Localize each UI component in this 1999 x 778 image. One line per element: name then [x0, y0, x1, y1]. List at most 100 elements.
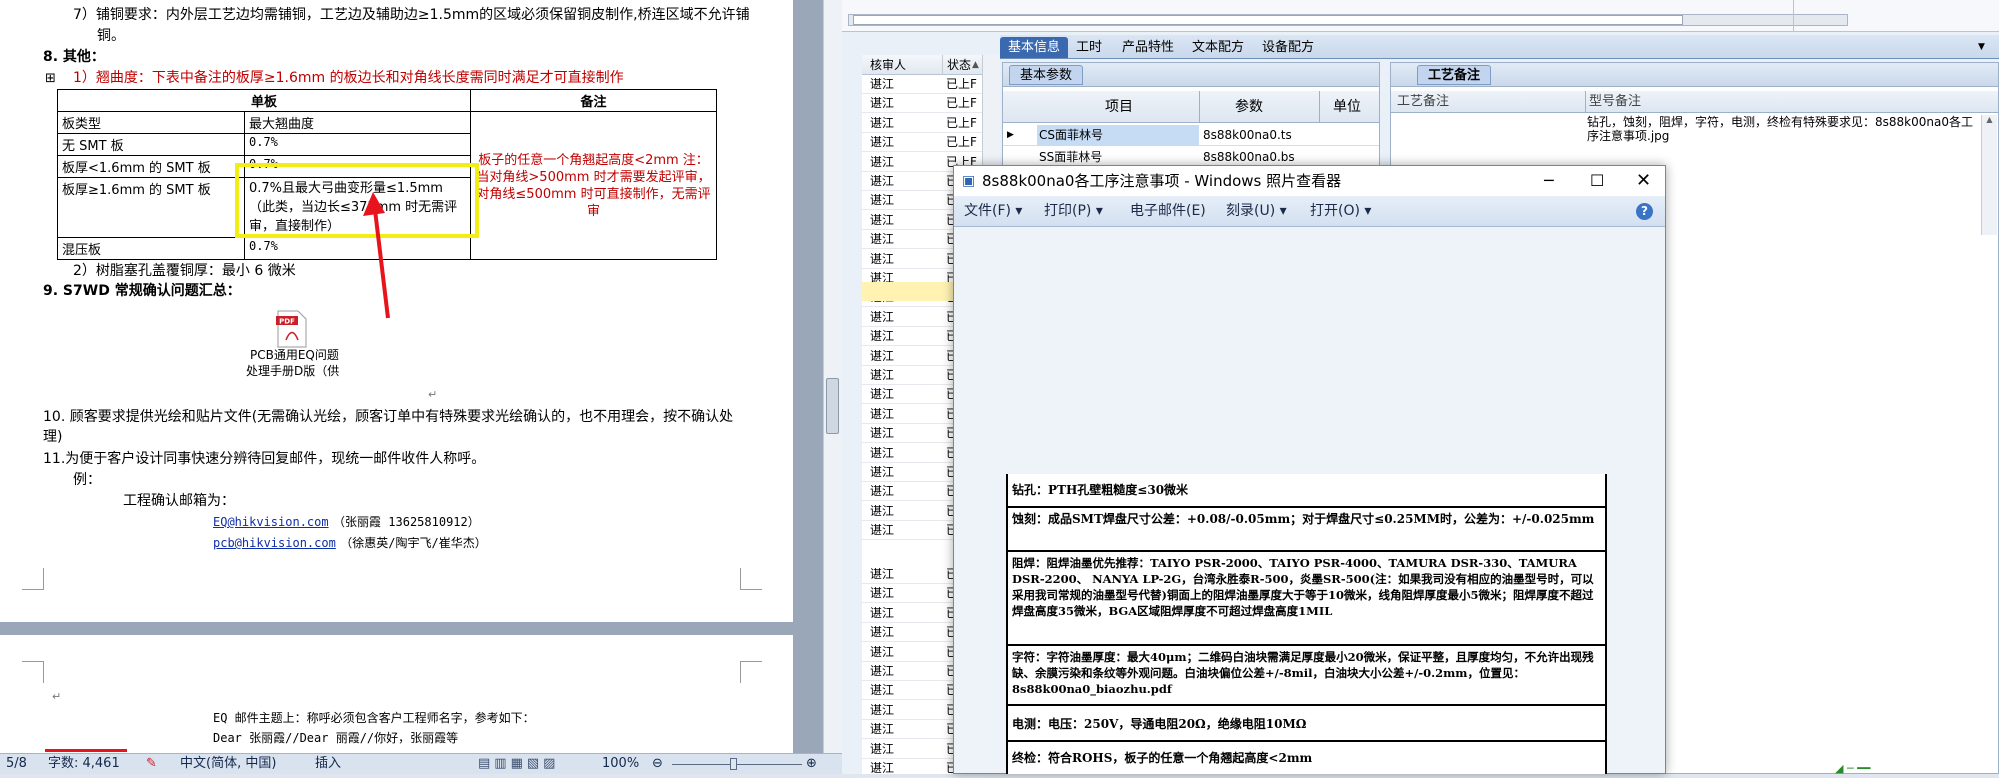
zoom-out-icon[interactable]: ⊖: [652, 754, 663, 774]
reviewer-cell: 谌江: [870, 683, 895, 698]
table-row[interactable]: 谌江 已上F: [862, 75, 982, 94]
tab-basic-params[interactable]: 基本参数: [1009, 65, 1084, 85]
scrollbar-thumb[interactable]: [826, 378, 839, 434]
table-header-note: 备注: [470, 89, 717, 112]
grid-header: 核审人 状态 ▲: [862, 55, 982, 75]
maximize-icon[interactable]: ☐: [1590, 166, 1604, 196]
language-indicator[interactable]: 中文(简体, 中国): [180, 754, 276, 774]
tab-product-features[interactable]: 产品特性: [1114, 37, 1182, 58]
table-row[interactable]: 谌江 已上F: [862, 133, 982, 153]
reviewer-cell: 谌江: [870, 702, 895, 717]
note-scrollbar[interactable]: ▲: [1981, 115, 1997, 235]
reviewer-cell: 谌江: [870, 387, 895, 402]
col-divider: [1585, 91, 1586, 113]
note-col-process[interactable]: 工艺备注: [1397, 91, 1449, 113]
zoom-slider-thumb[interactable]: [730, 758, 737, 770]
reviewer-cell: 谌江: [870, 741, 895, 756]
menu-file[interactable]: 文件(F) ▾: [964, 196, 1022, 227]
tab-equipment-recipe[interactable]: 设备配方: [1254, 37, 1322, 58]
param-col-value[interactable]: 参数: [1235, 91, 1263, 123]
reviewer-cell: 谌江: [870, 368, 895, 382]
reviewer-cell: 谌江: [870, 523, 895, 538]
model-note-text[interactable]: 钻孔，蚀刻，阻焊，字符，电测，终检有特殊要求见：8s88k00na0各工序注意事…: [1587, 115, 1975, 143]
doc-row-solder-mask: 阻焊：阻焊油墨优先推荐：TAIYO PSR-2000、TAIYO PSR-400…: [1008, 552, 1605, 646]
example-label: 例：: [73, 472, 101, 488]
param-grid-header: 项目 参数 单位: [1003, 91, 1379, 123]
insert-mode[interactable]: 插入: [315, 754, 341, 774]
reviewer-cell: 谌江: [870, 625, 895, 640]
mail-link-1[interactable]: EQ@hikvision.com: [213, 515, 329, 529]
status-cell: 已上F: [946, 135, 977, 150]
mail-note-1: （张丽霞 13625810912）: [333, 515, 480, 529]
table-row-type: 板厚<1.6mm 的 SMT 板: [57, 155, 245, 178]
tab-dropdown-icon[interactable]: ▼: [1970, 37, 1993, 58]
pdf-file-icon[interactable]: PDF: [274, 310, 308, 348]
reviewer-cell: 谌江: [870, 174, 895, 188]
param-col-unit[interactable]: 单位: [1333, 91, 1361, 123]
reviewer-cell: 谌江: [870, 135, 895, 150]
divider: [1793, 0, 1794, 32]
word-count[interactable]: 字数: 4,461: [48, 754, 120, 774]
menu-print[interactable]: 打印(P) ▾: [1044, 196, 1103, 227]
grid-header-reviewer[interactable]: 核审人: [870, 55, 906, 75]
viewer-image-area[interactable]: 钻孔：PTH孔壁粗糙度≤30微米 蚀刻：成品SMT焊盘尺寸公差：+0.08/-0…: [954, 227, 1665, 774]
table-row-type: 混压板: [57, 237, 245, 260]
col-divider: [1199, 91, 1200, 123]
doc-line-7-cont: 铜。: [97, 28, 125, 44]
row-pointer-icon: ▶: [1007, 130, 1014, 140]
mail-link-2[interactable]: pcb@hikvision.com: [213, 536, 336, 550]
pdf-caption: PCB通用EQ问题: [250, 348, 339, 362]
reviewer-cell: 谌江: [870, 193, 895, 208]
table-col-type: 板类型: [57, 111, 245, 134]
document-page[interactable]: 7）铺铜要求：内外层工艺边均需铺铜，工艺边及辅助边≥1.5mm的区域必须保留铜皮…: [0, 0, 793, 622]
view-buttons-icon[interactable]: ▤▥▦▧▨: [478, 754, 559, 774]
zoom-slider[interactable]: [672, 764, 802, 765]
crop-mark: [22, 568, 44, 590]
reviewer-cell: 谌江: [870, 484, 895, 499]
tab-basic-info[interactable]: 基本信息: [1000, 37, 1069, 58]
note-col-model[interactable]: 型号备注: [1589, 91, 1641, 113]
red-arrow-annotation: [363, 192, 390, 319]
menu-open[interactable]: 打开(O) ▾: [1310, 196, 1371, 227]
highlight-box: [235, 163, 479, 238]
param-row-item: CS面菲林号: [1037, 125, 1199, 146]
tab-labor-hours[interactable]: 工时: [1068, 37, 1110, 58]
crop-mark: [740, 661, 762, 683]
col-divider: [1319, 91, 1320, 123]
note-grid-header: 工艺备注 型号备注: [1391, 91, 1998, 113]
mail-label: 工程确认邮箱为：: [123, 493, 235, 509]
anchor-icon: ⊞: [45, 71, 56, 86]
minimize-icon[interactable]: ─: [1544, 166, 1554, 196]
reviewer-cell: 谌江: [870, 77, 895, 91]
table-row[interactable]: 谌江 已上F: [862, 94, 982, 114]
doc-row-final-inspection: 终检：符合ROHS，板子的任意一个角翘起高度<2mm: [1012, 751, 1313, 765]
reviewer-cell: 谌江: [870, 115, 895, 130]
page2-line-1: EQ 邮件主题上：称呼必须包含客户工程师名字，参考如下：: [213, 711, 535, 725]
mail-line-2: pcb@hikvision.com （徐惠英/陶宇飞/崔华杰）: [213, 534, 487, 552]
viewer-title-bar[interactable]: ▣ 8s88k00na0各工序注意事项 - Windows 照片查看器 ─ ☐ …: [954, 166, 1665, 196]
menu-email[interactable]: 电子邮件(E): [1130, 196, 1206, 227]
mail-note-2: （徐惠英/陶宇飞/崔华杰）: [340, 536, 487, 550]
section-9: 9. S7WD 常规确认问题汇总：: [43, 283, 241, 299]
menu-burn[interactable]: 刻录(U) ▾: [1226, 196, 1287, 227]
tab-text-recipe[interactable]: 文本配方: [1184, 37, 1252, 58]
crop-mark: [22, 661, 44, 683]
paragraph-mark: ↵: [428, 388, 438, 401]
zoom-in-icon[interactable]: ⊕: [806, 754, 817, 774]
table-row[interactable]: 谌江 已上F: [862, 114, 982, 133]
param-row[interactable]: ▶ CS面菲林号 8s88k00na0.ts: [1003, 125, 1379, 146]
horizontal-scrollbar-thumb[interactable]: [853, 15, 1683, 25]
tab-process-note[interactable]: 工艺备注: [1417, 65, 1492, 85]
status-cell: 已上F: [946, 77, 977, 91]
document-page-2[interactable]: ↵ EQ 邮件主题上：称呼必须包含客户工程师名字，参考如下： Dear 张丽霞/…: [0, 635, 793, 755]
close-icon[interactable]: ✕: [1636, 166, 1651, 196]
param-col-item[interactable]: 项目: [1105, 91, 1133, 123]
spellcheck-icon[interactable]: ✎: [146, 754, 157, 774]
note-tab-header: 工艺备注: [1391, 63, 1998, 87]
help-icon[interactable]: ?: [1636, 203, 1653, 220]
zoom-level[interactable]: 100%: [602, 754, 639, 774]
page-indicator[interactable]: 5/8: [6, 754, 27, 774]
table-note-text: 板子的任意一个角翘起高度<2mm 注：当对角线>500mm 时才需要发起评审，对…: [476, 152, 711, 219]
grid-header-status[interactable]: 状态: [942, 55, 971, 75]
section-11: 11.为便于客户设计同事快速分辨待回复邮件，现统一邮件收件人称呼。: [43, 451, 486, 467]
